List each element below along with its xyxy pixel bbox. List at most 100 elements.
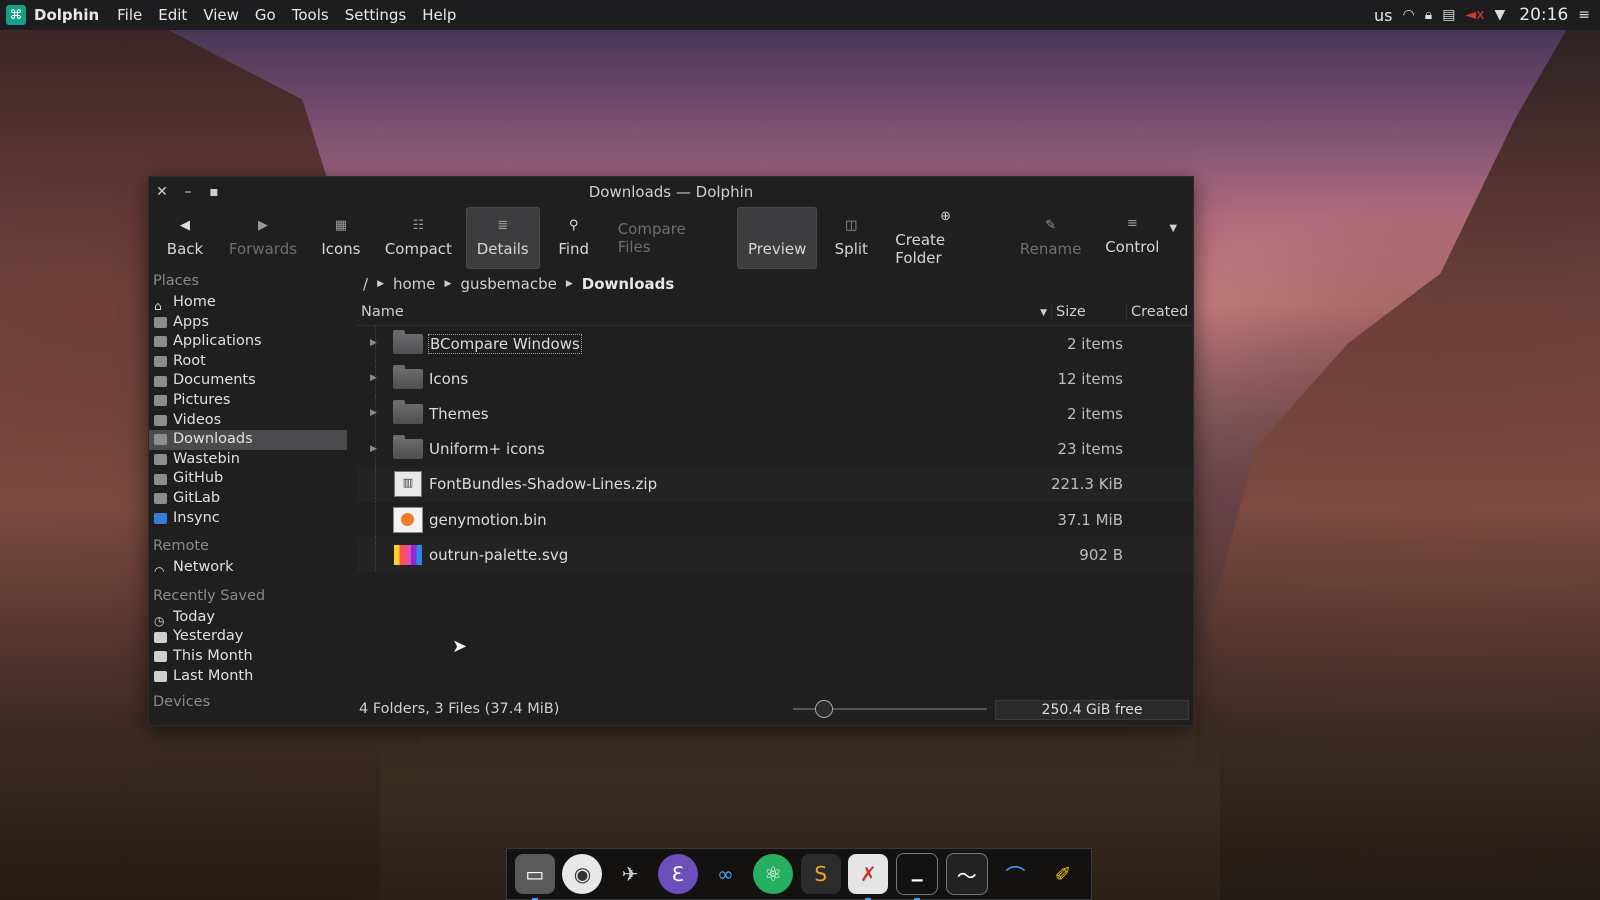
home-icon: ⌂ xyxy=(154,299,162,314)
chevron-right-icon[interactable]: ▶ xyxy=(445,279,452,289)
table-row[interactable]: ▶ Themes 2 items xyxy=(357,396,1193,432)
sidebar-item-github[interactable]: GitHub xyxy=(149,469,353,489)
sidebar-item-label: Network xyxy=(173,559,234,576)
dock-dolphin-icon[interactable]: ▭ xyxy=(514,854,555,900)
menu-view[interactable]: View xyxy=(203,6,239,24)
window-titlebar[interactable]: ✕ – ▪ Downloads — Dolphin xyxy=(149,177,1193,207)
preview-button[interactable]: Preview xyxy=(737,207,818,269)
minimize-icon[interactable]: – xyxy=(175,184,201,200)
dock-jet-icon[interactable]: ✈ xyxy=(610,854,650,894)
zoom-slider[interactable] xyxy=(793,700,987,718)
dock-infinity-icon[interactable]: ∞ xyxy=(705,854,745,894)
table-row[interactable]: ▥ FontBundles-Shadow-Lines.zip 221.3 KiB xyxy=(357,466,1193,503)
sidebar-item-label: Home xyxy=(173,294,216,310)
menu-go[interactable]: Go xyxy=(255,6,276,24)
sidebar-item-root[interactable]: Root xyxy=(149,352,353,372)
lock-icon[interactable]: 🔒︎ xyxy=(1425,7,1432,23)
chevron-right-icon[interactable]: ▶ xyxy=(566,279,573,289)
split-button[interactable]: ◫ Split xyxy=(821,207,881,269)
expand-arrow-icon[interactable]: ▶ xyxy=(370,408,377,418)
menu-settings[interactable]: Settings xyxy=(345,6,407,24)
panel-settings-icon[interactable]: ≡ xyxy=(1578,7,1590,23)
sidebar-item-home[interactable]: ⌂ Home xyxy=(149,293,353,313)
sidebar-item-this-month[interactable]: This Month xyxy=(149,647,353,667)
breadcrumb-root[interactable]: / xyxy=(363,275,368,293)
icons-view-button[interactable]: ▦ Icons xyxy=(311,207,371,269)
column-size[interactable]: Size xyxy=(1051,304,1126,320)
compare-files-button[interactable]: Compare Files xyxy=(608,207,733,269)
chevron-right-icon[interactable]: ▶ xyxy=(377,279,384,289)
dock-curve-editor-icon[interactable]: ⌒ xyxy=(995,854,1035,894)
table-row[interactable]: ▶ Uniform+ icons 23 items xyxy=(357,431,1193,467)
file-list: ▶ BCompare Windows 2 items ▶ Icons 12 it… xyxy=(357,326,1193,573)
control-menu-button[interactable]: ≡ Control ▼ xyxy=(1095,207,1187,269)
expand-arrow-icon[interactable]: ▶ xyxy=(370,338,377,348)
chevron-down-icon[interactable]: ▼ xyxy=(1169,223,1177,234)
sidebar-item-apps[interactable]: Apps xyxy=(149,313,353,333)
sidebar-item-documents[interactable]: Documents xyxy=(149,371,353,391)
dock-system-monitor-icon[interactable]: 〜 xyxy=(945,853,988,895)
file-name: outrun-palette.svg xyxy=(429,545,569,564)
zoom-slider-handle[interactable] xyxy=(815,700,833,718)
column-name[interactable]: Name ▼ xyxy=(357,304,1051,320)
file-size: 12 items xyxy=(1057,369,1123,388)
volume-muted-icon[interactable]: ◄x xyxy=(1465,7,1484,23)
tree-branch: ▶ xyxy=(357,361,393,397)
clipboard-icon[interactable]: ▤ xyxy=(1442,7,1455,23)
sidebar-item-pictures[interactable]: Pictures xyxy=(149,391,353,411)
tray-expand-icon[interactable]: ▼ xyxy=(1494,7,1505,23)
breadcrumb-current[interactable]: Downloads xyxy=(582,275,675,293)
menu-edit[interactable]: Edit xyxy=(158,6,187,24)
sidebar-item-label: Videos xyxy=(173,411,222,428)
expand-arrow-icon[interactable]: ▶ xyxy=(370,444,377,454)
menu-help[interactable]: Help xyxy=(422,6,456,24)
sidebar-item-last-month[interactable]: Last Month xyxy=(149,667,353,687)
sidebar-item-videos[interactable]: Videos xyxy=(149,411,353,431)
calendar-icon xyxy=(154,651,167,663)
maximize-icon[interactable]: ▪ xyxy=(201,184,227,200)
compact-view-button[interactable]: ☷ Compact xyxy=(375,207,462,269)
table-row[interactable]: ▶ Icons 12 items xyxy=(357,361,1193,397)
back-button[interactable]: ◀ Back xyxy=(155,207,215,269)
dock-emacs-icon[interactable]: ℇ xyxy=(657,854,698,894)
wifi-icon[interactable]: ◠ xyxy=(1403,7,1415,23)
menu-file[interactable]: File xyxy=(117,6,142,24)
breadcrumb-home[interactable]: home xyxy=(393,275,436,293)
details-view-button[interactable]: ≣ Details xyxy=(465,207,540,269)
sidebar-item-downloads[interactable]: Downloads xyxy=(149,430,347,450)
menu-tools[interactable]: Tools xyxy=(292,6,329,24)
breadcrumb: / ▶ home ▶ gusbemacbe ▶ Downloads xyxy=(357,269,1193,299)
videos-folder-icon xyxy=(154,414,167,426)
table-row[interactable]: genymotion.bin 37.1 MiB xyxy=(357,501,1193,538)
dock-crossover-icon[interactable]: ✗ xyxy=(848,854,889,900)
close-icon[interactable]: ✕ xyxy=(149,184,175,200)
column-created[interactable]: Created xyxy=(1126,304,1193,320)
file-size: 2 items xyxy=(1066,404,1123,423)
sidebar-item-label: GitLab xyxy=(173,489,221,506)
app-launcher-icon[interactable]: ⌘ xyxy=(6,5,26,25)
dock-color-picker-icon[interactable]: ✐ xyxy=(1043,854,1083,894)
table-row[interactable]: ▶ BCompare Windows 2 items xyxy=(357,326,1193,362)
dock-firefox-icon[interactable]: ◉ xyxy=(562,854,603,894)
forwards-button[interactable]: ▶ Forwards xyxy=(219,207,307,269)
clock[interactable]: 20:16 xyxy=(1519,5,1568,25)
free-space-indicator[interactable]: 250.4 GiB free xyxy=(995,700,1189,720)
folder-icon xyxy=(393,364,423,391)
sidebar-item-insync[interactable]: Insync xyxy=(149,509,353,529)
rename-button[interactable]: ✎ Rename xyxy=(1010,207,1091,269)
table-row[interactable]: outrun-palette.svg 902 B xyxy=(357,537,1193,573)
breadcrumb-user[interactable]: gusbemacbe xyxy=(460,275,556,293)
find-button[interactable]: ⚲ Find xyxy=(544,207,604,269)
sidebar-item-today[interactable]: ◷ Today xyxy=(149,608,353,628)
dock-atom-icon[interactable]: ⚛ xyxy=(753,854,794,894)
sidebar-item-yesterday[interactable]: Yesterday xyxy=(149,627,353,647)
sidebar-item-gitlab[interactable]: GitLab xyxy=(149,489,353,509)
sidebar-item-applications[interactable]: Applications xyxy=(149,332,353,352)
dock-terminal-icon[interactable]: ▁ xyxy=(896,853,939,900)
keyboard-layout-indicator[interactable]: us xyxy=(1374,6,1392,25)
create-folder-button[interactable]: ⊕ Create Folder xyxy=(885,207,1006,269)
expand-arrow-icon[interactable]: ▶ xyxy=(370,373,377,383)
dock-sublime-icon[interactable]: S xyxy=(800,854,841,894)
sidebar-item-wastebin[interactable]: Wastebin xyxy=(149,450,353,470)
sidebar-item-network[interactable]: ◠ Network xyxy=(149,558,353,578)
